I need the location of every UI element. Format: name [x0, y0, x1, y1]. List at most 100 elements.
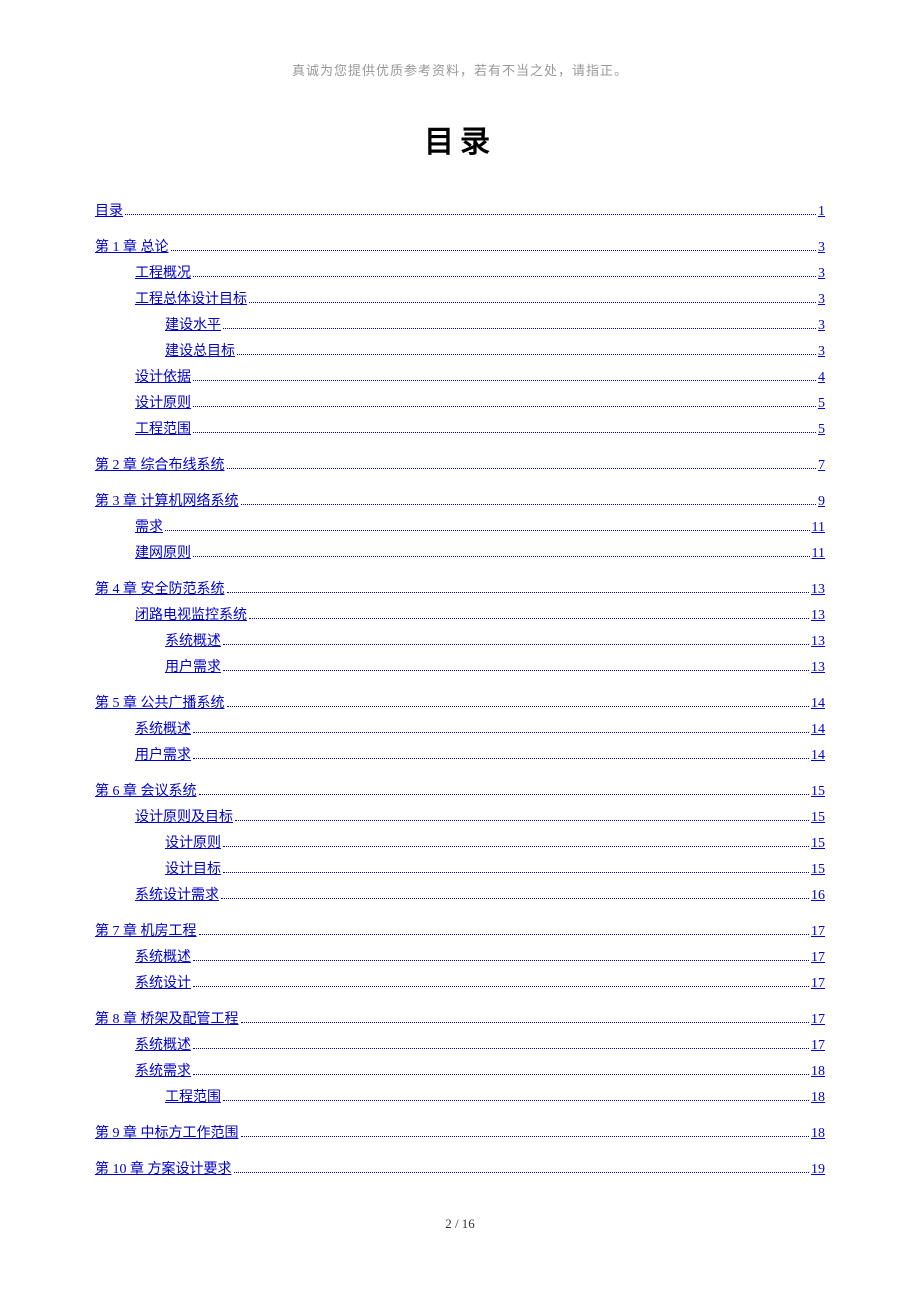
toc-page-number[interactable]: 13 — [811, 579, 825, 601]
toc-page-number[interactable]: 13 — [811, 657, 825, 679]
toc-entry: 建设水平 3 — [95, 315, 825, 337]
toc-title: 目录 — [95, 117, 825, 161]
toc-link[interactable]: 建设总目标 — [165, 341, 235, 363]
toc-leader-dots — [241, 504, 817, 505]
toc-link[interactable]: 第 10 章 方案设计要求 — [95, 1159, 232, 1181]
toc-entry: 用户需求 13 — [95, 657, 825, 679]
toc-entry: 系统概述 17 — [95, 947, 825, 969]
toc-page-number[interactable]: 3 — [818, 341, 825, 363]
toc-page-number[interactable]: 3 — [818, 315, 825, 337]
toc-entry: 系统概述 17 — [95, 1035, 825, 1057]
toc-link[interactable]: 第 6 章 会议系统 — [95, 781, 197, 803]
toc-page-number[interactable]: 14 — [811, 693, 825, 715]
toc-page-number[interactable]: 17 — [811, 1009, 825, 1031]
toc-entry: 工程范围 18 — [95, 1087, 825, 1109]
toc-link[interactable]: 工程范围 — [135, 419, 191, 441]
toc-leader-dots — [125, 214, 816, 215]
toc-entry: 工程概况 3 — [95, 263, 825, 285]
toc-link[interactable]: 第 1 章 总论 — [95, 237, 169, 259]
toc-link[interactable]: 建网原则 — [135, 543, 191, 565]
toc-link[interactable]: 设计原则 — [135, 393, 191, 415]
toc-link[interactable]: 第 4 章 安全防范系统 — [95, 579, 225, 601]
toc-entry: 建网原则 11 — [95, 543, 825, 565]
toc-page-number[interactable]: 19 — [811, 1159, 825, 1181]
toc-page-number[interactable]: 15 — [811, 833, 825, 855]
toc-link[interactable]: 设计目标 — [165, 859, 221, 881]
toc-entry: 设计依据 4 — [95, 367, 825, 389]
toc-leader-dots — [223, 872, 809, 873]
toc-link[interactable]: 第 5 章 公共广播系统 — [95, 693, 225, 715]
toc-link[interactable]: 系统概述 — [135, 719, 191, 741]
toc-entry: 设计原则及目标 15 — [95, 807, 825, 829]
toc-link[interactable]: 第 3 章 计算机网络系统 — [95, 491, 239, 513]
toc-link[interactable]: 第 9 章 中标方工作范围 — [95, 1123, 239, 1145]
toc-leader-dots — [227, 706, 810, 707]
toc-link[interactable]: 系统概述 — [165, 631, 221, 653]
toc-link[interactable]: 系统概述 — [135, 1035, 191, 1057]
toc-entry: 第 10 章 方案设计要求 19 — [95, 1159, 825, 1181]
toc-link[interactable]: 用户需求 — [135, 745, 191, 767]
toc-page-number[interactable]: 13 — [811, 631, 825, 653]
toc-link[interactable]: 第 7 章 机房工程 — [95, 921, 197, 943]
toc-page-number[interactable]: 18 — [811, 1123, 825, 1145]
toc-page-number[interactable]: 4 — [818, 367, 825, 389]
toc-link[interactable]: 建设水平 — [165, 315, 221, 337]
toc-link[interactable]: 第 8 章 桥架及配管工程 — [95, 1009, 239, 1031]
toc-page-number[interactable]: 11 — [812, 517, 825, 539]
toc-link[interactable]: 目录 — [95, 201, 123, 223]
toc-entry: 第 8 章 桥架及配管工程 17 — [95, 1009, 825, 1031]
toc-page-number[interactable]: 17 — [811, 921, 825, 943]
toc-link[interactable]: 用户需求 — [165, 657, 221, 679]
toc-link[interactable]: 工程概况 — [135, 263, 191, 285]
toc-page-number[interactable]: 15 — [811, 859, 825, 881]
toc-page-number[interactable]: 18 — [811, 1061, 825, 1083]
toc-link[interactable]: 需求 — [135, 517, 163, 539]
toc-entry: 第 3 章 计算机网络系统 9 — [95, 491, 825, 513]
toc-leader-dots — [199, 934, 810, 935]
toc-link[interactable]: 系统设计需求 — [135, 885, 219, 907]
toc-page-number[interactable]: 5 — [818, 419, 825, 441]
toc-entry: 系统需求 18 — [95, 1061, 825, 1083]
toc-link[interactable]: 工程范围 — [165, 1087, 221, 1109]
toc-page-number[interactable]: 3 — [818, 289, 825, 311]
toc-link[interactable]: 系统概述 — [135, 947, 191, 969]
toc-page-number[interactable]: 17 — [811, 973, 825, 995]
toc-page-number[interactable]: 14 — [811, 745, 825, 767]
toc-page-number[interactable]: 16 — [811, 885, 825, 907]
toc-leader-dots — [193, 758, 809, 759]
toc-page-number[interactable]: 3 — [818, 263, 825, 285]
toc-page-number[interactable]: 11 — [812, 543, 825, 565]
toc-leader-dots — [223, 644, 809, 645]
toc-page-number[interactable]: 15 — [811, 807, 825, 829]
toc-page-number[interactable]: 15 — [811, 781, 825, 803]
toc-page-number[interactable]: 18 — [811, 1087, 825, 1109]
toc-page-number[interactable]: 17 — [811, 1035, 825, 1057]
toc-leader-dots — [227, 468, 817, 469]
toc-link[interactable]: 闭路电视监控系统 — [135, 605, 247, 627]
toc-link[interactable]: 设计原则 — [165, 833, 221, 855]
toc-leader-dots — [165, 530, 810, 531]
toc-leader-dots — [199, 794, 810, 795]
toc-page-number[interactable]: 7 — [818, 455, 825, 477]
toc-page-number[interactable]: 13 — [811, 605, 825, 627]
toc-link[interactable]: 系统需求 — [135, 1061, 191, 1083]
toc-link[interactable]: 设计原则及目标 — [135, 807, 233, 829]
toc-leader-dots — [193, 276, 816, 277]
toc-page-number[interactable]: 5 — [818, 393, 825, 415]
toc-page-number[interactable]: 9 — [818, 491, 825, 513]
document-page: 真诚为您提供优质参考资料，若有不当之处，请指正。 目录 目录1第 1 章 总论3… — [0, 0, 920, 1181]
toc-leader-dots — [193, 960, 809, 961]
toc-page-number[interactable]: 17 — [811, 947, 825, 969]
toc-leader-dots — [235, 820, 809, 821]
toc-entry: 系统设计 17 — [95, 973, 825, 995]
toc-leader-dots — [241, 1022, 810, 1023]
toc-link[interactable]: 系统设计 — [135, 973, 191, 995]
toc-entry: 系统概述 14 — [95, 719, 825, 741]
toc-page-number[interactable]: 3 — [818, 237, 825, 259]
toc-link[interactable]: 工程总体设计目标 — [135, 289, 247, 311]
toc-page-number[interactable]: 1 — [818, 201, 825, 223]
toc-link[interactable]: 设计依据 — [135, 367, 191, 389]
toc-leader-dots — [241, 1136, 810, 1137]
toc-page-number[interactable]: 14 — [811, 719, 825, 741]
toc-link[interactable]: 第 2 章 综合布线系统 — [95, 455, 225, 477]
